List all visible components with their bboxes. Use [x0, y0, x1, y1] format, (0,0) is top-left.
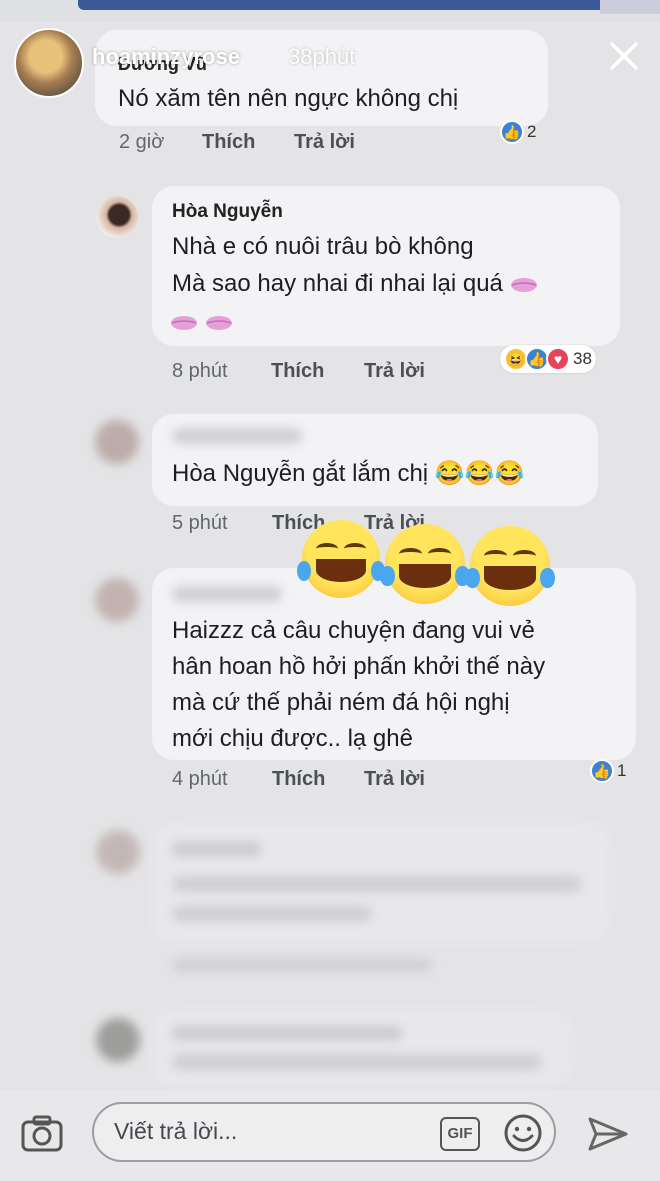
- blurred-meta: [172, 958, 432, 972]
- comment-time: 8 phút: [172, 360, 228, 382]
- kiss-lips-icon: [205, 315, 232, 330]
- comment-text: mới chịu được.. lạ ghê: [172, 725, 413, 752]
- smile-icon[interactable]: [503, 1113, 543, 1153]
- reaction-count: 1: [617, 761, 627, 780]
- blurred-text: [172, 906, 372, 922]
- blurred-text: [172, 1026, 402, 1040]
- author-name-blurred: [172, 428, 302, 444]
- like-icon: 👍: [590, 759, 614, 783]
- comment-text: Nó xăm tên nên ngực không chị: [118, 85, 459, 112]
- facebook-header-bar: [78, 0, 608, 10]
- love-icon: ♥: [546, 347, 570, 371]
- like-button[interactable]: Thích: [202, 131, 255, 154]
- avatar[interactable]: [96, 1018, 140, 1062]
- gif-icon[interactable]: GIF: [440, 1117, 480, 1151]
- reply-button[interactable]: Trả lời: [364, 768, 425, 791]
- comment-bubble-blurred: [152, 1010, 572, 1086]
- reaction-summary[interactable]: 👍 1: [586, 757, 630, 785]
- reaction-summary[interactable]: 👍 2: [496, 118, 540, 146]
- avatar[interactable]: [96, 196, 138, 238]
- like-button[interactable]: Thích: [272, 768, 325, 791]
- reply-button[interactable]: Trả lời: [294, 131, 355, 154]
- comment-text: hân hoan hồ hởi phấn khởi thế này: [172, 653, 546, 680]
- camera-icon[interactable]: [20, 1113, 64, 1153]
- like-button[interactable]: Thích: [271, 360, 324, 383]
- comment-text: Hòa Nguyễn gắt lắm chị 😂😂😂: [172, 460, 525, 487]
- avatar[interactable]: [96, 830, 140, 874]
- comment-emoji-line: [170, 303, 233, 340]
- avatar[interactable]: [95, 420, 139, 464]
- comment-time: 4 phút: [172, 768, 228, 790]
- story-time: 38phút: [288, 44, 356, 69]
- tears-of-joy-emoji: [465, 526, 555, 606]
- reaction-count: 2: [527, 122, 537, 141]
- tears-of-joy-emoji: [297, 520, 385, 598]
- story-avatar[interactable]: [14, 28, 84, 98]
- avatar[interactable]: [95, 578, 139, 622]
- blurred-text: [172, 1054, 542, 1070]
- kiss-lips-icon: [510, 277, 537, 292]
- author-name-blurred: [172, 586, 282, 602]
- blurred-text: [172, 842, 262, 856]
- comment-text: Haizzz cả câu chuyện đang vui vẻ: [172, 617, 535, 644]
- comment-text-line-2: Mà sao hay nhai đi nhai lại quá: [172, 265, 538, 302]
- kiss-lips-icon: [171, 315, 197, 330]
- reply-button[interactable]: Trả lời: [364, 360, 425, 383]
- comment-time: 2 giờ: [119, 131, 165, 153]
- like-icon: 👍: [500, 120, 524, 144]
- close-icon[interactable]: [606, 38, 642, 74]
- comment-time: 5 phút: [172, 512, 228, 534]
- blurred-text: [172, 876, 582, 892]
- top-strip: [0, 0, 660, 22]
- comment-text: Mà sao hay nhai đi nhai lại quá: [172, 270, 503, 297]
- comment-text: mà cứ thế phải ném đá hội nghị: [172, 689, 510, 716]
- reaction-summary[interactable]: 😆 👍 ♥ 38: [500, 345, 596, 373]
- story-username[interactable]: hoaminzyrose: [92, 44, 240, 70]
- tears-of-joy-emoji: [380, 524, 470, 604]
- comment-author[interactable]: Hòa Nguyễn: [172, 201, 283, 223]
- reaction-count: 38: [573, 349, 592, 368]
- reply-placeholder[interactable]: Viết trả lời...: [114, 1118, 237, 1145]
- comment-text: Nhà e có nuôi trâu bò không: [172, 233, 474, 260]
- send-icon[interactable]: [586, 1115, 630, 1153]
